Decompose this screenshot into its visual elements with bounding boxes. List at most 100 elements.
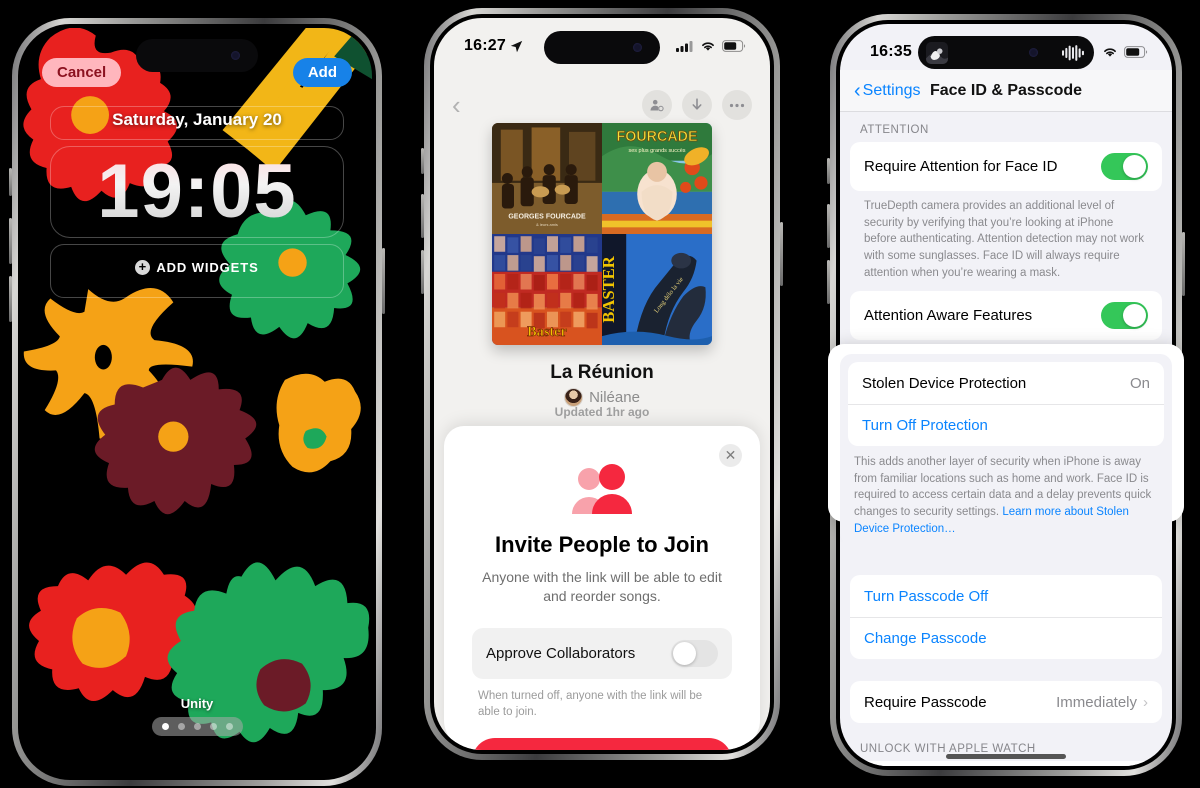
- row-label: Turn Passcode Off: [864, 587, 989, 605]
- battery-icon: [722, 40, 746, 52]
- add-person-button[interactable]: [642, 90, 672, 120]
- editor-top-bar: Cancel Add: [22, 58, 372, 87]
- power-button[interactable]: [382, 248, 385, 314]
- row-label: Turn Off Protection: [862, 417, 988, 434]
- back-to-settings-button[interactable]: ‹ Settings: [854, 81, 920, 101]
- passcode-card: Turn Passcode Off Change Passcode: [850, 575, 1162, 660]
- mute-switch[interactable]: [827, 158, 830, 184]
- stolen-device-footer: This adds another layer of security when…: [848, 446, 1164, 537]
- settings-nav-bar: ‹ Settings Face ID & Passcode: [840, 70, 1172, 112]
- dynamic-island: [544, 31, 660, 64]
- phone-lock-screen-editor: Cancel Add Saturday, January 20 19:05 + …: [9, 18, 385, 786]
- approve-collaborators-toggle[interactable]: [671, 639, 718, 667]
- sheet-title: Invite People to Join: [495, 532, 709, 557]
- require-attention-toggle[interactable]: [1101, 153, 1148, 180]
- stolen-device-value: On: [1129, 374, 1150, 392]
- add-person-icon: [650, 99, 664, 111]
- page-dot[interactable]: [193, 723, 201, 730]
- row-require-attention[interactable]: Require Attention for Face ID: [850, 142, 1162, 191]
- wifi-icon: [1104, 48, 1116, 57]
- status-time: 16:27: [464, 37, 506, 54]
- playlist-artist: Niléane: [589, 389, 640, 406]
- chevron-left-icon: ‹: [854, 79, 861, 102]
- playlist-nav-bar: ‹: [434, 90, 770, 120]
- svg-text:& leurs amis: & leurs amis: [536, 222, 558, 227]
- lock-clock: 19:05: [22, 148, 372, 235]
- approve-collaborators-label: Approve Collaborators: [486, 644, 636, 662]
- row-require-passcode[interactable]: Require Passcode Immediately ›: [850, 681, 1162, 723]
- row-label: Stolen Device Protection: [862, 374, 1027, 392]
- power-button[interactable]: [1182, 232, 1185, 296]
- back-chevron-icon[interactable]: ‹: [452, 92, 461, 118]
- download-icon: [692, 98, 702, 110]
- status-time: 16:35: [870, 43, 912, 60]
- screenshot-stage: Cancel Add Saturday, January 20 19:05 + …: [0, 0, 1200, 788]
- row-label: Require Attention for Face ID: [864, 158, 1058, 175]
- row-attention-aware[interactable]: Attention Aware Features: [850, 291, 1162, 340]
- cancel-button[interactable]: Cancel: [42, 58, 122, 87]
- row-turn-passcode-off[interactable]: Turn Passcode Off: [850, 575, 1162, 617]
- page-dot[interactable]: [161, 723, 169, 730]
- playlist-updated: Updated 1hr ago: [554, 405, 650, 419]
- download-button[interactable]: [682, 90, 712, 120]
- album-cover-baster-mosaic: Baster: [492, 234, 602, 345]
- lock-screen-canvas[interactable]: Cancel Add Saturday, January 20 19:05 + …: [22, 28, 372, 776]
- volume-up-button[interactable]: [9, 218, 12, 264]
- wallpaper-name: Unity: [180, 696, 214, 711]
- two-people-icon: [472, 464, 732, 516]
- section-header-attention: ATTENTION: [860, 124, 929, 136]
- sheet-footnote: When turned off, anyone with the link wi…: [478, 689, 703, 718]
- lock-date: Saturday, January 20: [112, 110, 282, 129]
- add-widgets-button[interactable]: + ADD WIDGETS: [22, 260, 372, 275]
- volume-down-button[interactable]: [827, 260, 830, 304]
- row-turn-off-protection[interactable]: Turn Off Protection: [848, 404, 1164, 446]
- album-cover-georges-fourcade: GEORGES FOURCADE & leurs amis: [492, 123, 602, 234]
- power-button[interactable]: [780, 222, 783, 286]
- page-dot[interactable]: [209, 723, 217, 730]
- cover-label: FOURCADE: [616, 129, 697, 145]
- album-cover-fourcade-tropical: FOURCADE ses plus grands succès: [602, 123, 712, 234]
- stolen-device-card: Stolen Device Protection On Turn Off Pro…: [848, 362, 1164, 446]
- close-icon[interactable]: ✕: [719, 444, 742, 467]
- playlist-title: La Réunion: [550, 362, 654, 383]
- signal-bars-icon: [676, 41, 693, 52]
- chevron-right-icon: ›: [1143, 693, 1148, 711]
- playlist-artwork[interactable]: GEORGES FOURCADE & leurs amis FOURCADE s…: [492, 123, 712, 345]
- row-stolen-device-protection[interactable]: Stolen Device Protection On: [848, 362, 1164, 404]
- approve-collaborators-row[interactable]: Approve Collaborators: [472, 627, 732, 679]
- mute-switch[interactable]: [9, 168, 12, 196]
- wallpaper-switcher: Unity: [22, 696, 372, 736]
- row-label: Change Passcode: [864, 630, 987, 648]
- cover-label: BASTER: [602, 255, 618, 323]
- audio-waveform-icon: [1062, 44, 1084, 61]
- more-options-button[interactable]: [722, 90, 752, 120]
- row-apple-watch[interactable]: Niléane’s Apple Watch: [850, 761, 1162, 766]
- row-label: Require Passcode: [864, 693, 987, 711]
- add-button[interactable]: Add: [292, 58, 352, 87]
- start-collaborating-button[interactable]: Start Collaborating: [472, 737, 732, 750]
- page-dot[interactable]: [225, 723, 233, 730]
- battery-icon: [1124, 46, 1148, 58]
- cover-label: Baster: [527, 324, 567, 340]
- require-passcode-card: Require Passcode Immediately ›: [850, 681, 1162, 724]
- back-label: Settings: [862, 81, 921, 99]
- page-dot[interactable]: [177, 723, 185, 730]
- home-indicator: [946, 754, 1066, 759]
- page-dots[interactable]: [151, 717, 243, 736]
- attention-aware-card: Attention Aware Features: [850, 291, 1162, 341]
- volume-up-button[interactable]: [827, 204, 830, 248]
- row-change-passcode[interactable]: Change Passcode: [850, 617, 1162, 659]
- attention-card: Require Attention for Face ID: [850, 142, 1162, 191]
- apple-watch-card: Niléane’s Apple Watch: [850, 761, 1162, 766]
- volume-down-button[interactable]: [9, 276, 12, 322]
- volume-down-button[interactable]: [421, 250, 424, 294]
- attention-aware-toggle[interactable]: [1101, 302, 1148, 330]
- cover-label: GEORGES FOURCADE: [508, 213, 586, 220]
- now-playing-island[interactable]: [918, 36, 1094, 69]
- album-thumbnail-icon: [926, 41, 948, 64]
- mute-switch[interactable]: [421, 148, 424, 174]
- wifi-icon: [702, 42, 714, 51]
- sheet-subtitle: Anyone with the link will be able to edi…: [482, 569, 722, 604]
- volume-up-button[interactable]: [421, 194, 424, 238]
- ellipsis-icon: [729, 103, 745, 107]
